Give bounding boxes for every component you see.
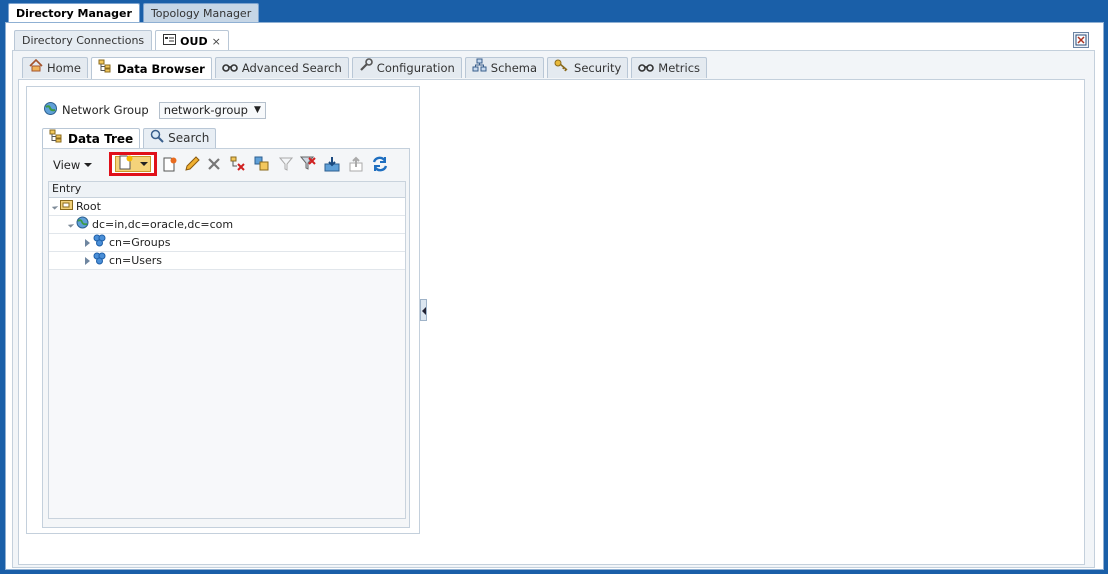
tab-label: Schema <box>490 61 538 75</box>
left-pane: Network Group network-group ▼ Data Tree … <box>26 86 420 534</box>
key-icon <box>554 58 570 78</box>
tab-label: Metrics <box>658 61 701 75</box>
connection-panel: Home Data Browser Advanced Search Config… <box>12 50 1095 568</box>
tab-label: Data Tree <box>68 131 134 146</box>
tab-metrics[interactable]: Metrics <box>631 57 708 78</box>
delete-subtree-icon[interactable] <box>229 155 247 173</box>
network-group-row: Network Group network-group ▼ <box>43 101 266 119</box>
new-entry-icon <box>118 155 134 173</box>
wrench-icon <box>359 58 373 78</box>
chevron-down-icon: ▼ <box>253 105 261 115</box>
gear-icon <box>93 252 106 270</box>
tree-row-label: cn=Groups <box>109 236 171 249</box>
tree-row-users[interactable]: cn=Users <box>49 252 405 270</box>
refresh-icon[interactable] <box>371 155 389 173</box>
network-group-label: Network Group <box>62 103 149 117</box>
tree-row-label: dc=in,dc=oracle,dc=com <box>92 218 234 231</box>
collapsed-triangle-icon[interactable] <box>85 256 90 265</box>
folder-icon <box>60 198 73 215</box>
search-icon <box>150 129 164 149</box>
tree-row-base-dn[interactable]: dc=in,dc=oracle,dc=com <box>49 216 405 234</box>
schema-icon <box>472 58 487 78</box>
network-group-value: network-group <box>163 103 248 117</box>
tree-icon <box>49 129 64 149</box>
column-header-entry: Entry <box>49 182 405 198</box>
entry-grid: Entry Root dc=in,dc=oracle,dc=com cn=Gro… <box>48 181 406 519</box>
tree-row-groups[interactable]: cn=Groups <box>49 234 405 252</box>
home-icon <box>29 58 43 78</box>
tab-label: OUD <box>180 34 208 48</box>
tab-topology-manager[interactable]: Topology Manager <box>142 3 260 22</box>
tab-label: Advanced Search <box>241 61 342 75</box>
tab-search[interactable]: Search <box>143 128 217 149</box>
chevron-down-icon <box>84 163 93 167</box>
network-group-select[interactable]: network-group ▼ <box>158 101 266 119</box>
tree-row-label: Root <box>76 200 101 213</box>
tab-label: Search <box>168 131 210 145</box>
gear-icon <box>93 234 106 252</box>
tree-row-root[interactable]: Root <box>49 198 405 216</box>
tab-configuration[interactable]: Configuration <box>351 57 462 78</box>
copy-entry-icon[interactable] <box>253 155 271 173</box>
network-globe-icon <box>43 101 58 119</box>
collapse-pane-handle[interactable] <box>420 299 427 321</box>
data-tree-panel: View Entry Root dc=in,dc=oracle,dc=com c… <box>42 148 410 528</box>
filter-icon[interactable] <box>277 155 295 173</box>
tab-directory-manager[interactable]: Directory Manager <box>8 3 140 23</box>
view-label: View <box>53 158 81 172</box>
tab-advanced-search[interactable]: Advanced Search <box>214 57 349 78</box>
expanded-triangle-icon[interactable] <box>51 203 59 210</box>
edit-pencil-icon[interactable] <box>183 155 201 173</box>
server-icon <box>163 32 177 51</box>
close-icon[interactable]: × <box>212 32 221 51</box>
data-browser-content: Network Group network-group ▼ Data Tree … <box>18 79 1085 565</box>
tab-security[interactable]: Security <box>547 57 629 78</box>
tab-label: Home <box>47 61 81 75</box>
delete-icon[interactable] <box>205 155 223 173</box>
export-icon[interactable] <box>347 155 365 173</box>
tree-icon <box>98 59 113 79</box>
globe-icon <box>76 216 89 234</box>
tree-toolbar: View <box>43 149 409 179</box>
import-icon[interactable] <box>323 155 341 173</box>
app-tabs: Directory Manager Topology Manager <box>8 3 260 23</box>
tab-label: Configuration <box>376 61 455 75</box>
view-menu-button[interactable]: View <box>53 158 93 172</box>
main-frame: Directory Connections OUD × Home Data Br… <box>5 22 1104 570</box>
chevron-down-icon[interactable] <box>140 162 148 166</box>
binoculars-icon <box>222 58 238 78</box>
tab-home[interactable]: Home <box>22 57 88 78</box>
main-tabs: Home Data Browser Advanced Search Config… <box>22 57 708 79</box>
tab-data-tree[interactable]: Data Tree <box>42 128 141 149</box>
tab-label: Security <box>574 61 622 75</box>
new-entry-button[interactable] <box>109 152 157 176</box>
connection-tabs: Directory Connections OUD × <box>14 30 229 51</box>
tab-oud[interactable]: OUD × <box>155 30 229 51</box>
tab-label: Data Browser <box>116 61 205 76</box>
sub-tabs: Data Tree Search <box>42 128 217 149</box>
disconnect-icon[interactable] <box>1073 32 1089 48</box>
tab-schema[interactable]: Schema <box>464 57 545 78</box>
expanded-triangle-icon[interactable] <box>67 221 75 228</box>
remove-filter-icon[interactable] <box>299 155 317 173</box>
detail-pane <box>431 86 1081 556</box>
tab-label: Directory Connections <box>22 34 145 47</box>
tab-data-browser[interactable]: Data Browser <box>90 57 212 79</box>
new-entry-button-inner <box>115 155 151 173</box>
collapsed-triangle-icon[interactable] <box>85 238 90 247</box>
tree-row-label: cn=Users <box>109 254 163 267</box>
binoculars-icon <box>638 58 655 78</box>
new-from-entry-icon[interactable] <box>161 155 179 173</box>
tab-directory-connections[interactable]: Directory Connections <box>14 30 153 50</box>
